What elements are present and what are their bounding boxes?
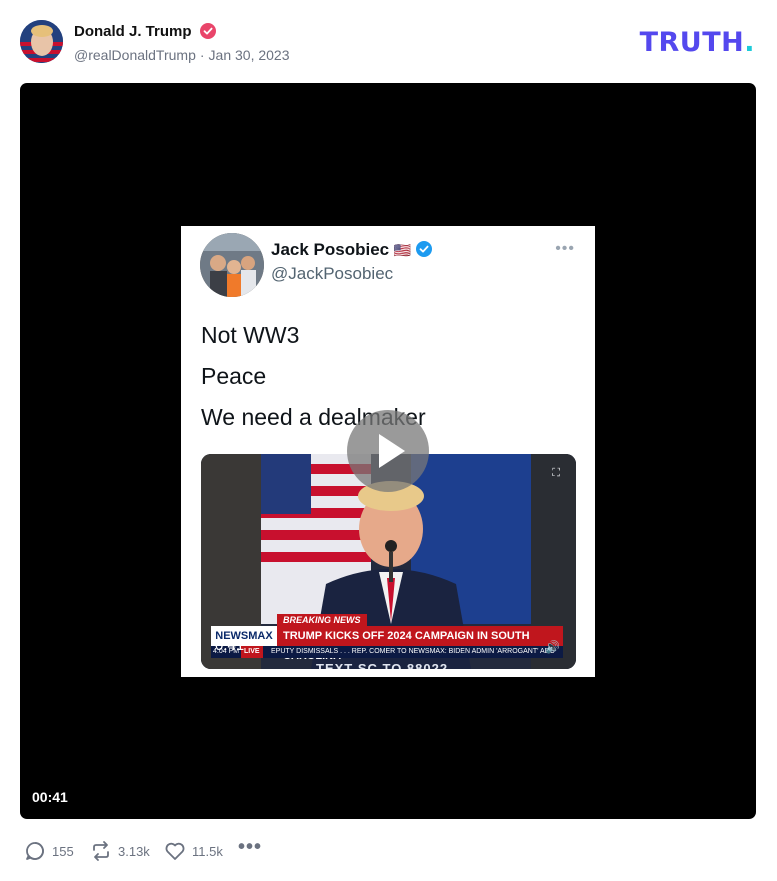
volume-icon: 🔊 xyxy=(545,640,560,654)
author-name-text[interactable]: Donald J. Trump xyxy=(74,23,192,40)
author-avatar[interactable] xyxy=(20,20,63,63)
meta-separator: · xyxy=(199,47,205,63)
reply-button[interactable]: 155 xyxy=(24,838,74,864)
author-handle[interactable]: @realDonaldTrump xyxy=(74,47,196,63)
logo-text: TRUTH xyxy=(639,27,745,58)
live-badge: LIVE xyxy=(241,646,263,658)
avatar-image xyxy=(20,20,63,63)
news-headline: TRUMP KICKS OFF 2024 CAMPAIGN IN SOUTH C… xyxy=(277,626,563,662)
reply-count: 155 xyxy=(52,843,74,859)
embedded-video-time: 0:41 xyxy=(215,637,245,654)
play-button[interactable] xyxy=(347,410,429,492)
like-count: 11.5k xyxy=(192,843,223,859)
retruth-icon xyxy=(93,841,109,861)
news-bottom-text: TEXT SC TO 88022 xyxy=(316,661,449,669)
reply-icon xyxy=(26,842,44,860)
tweet-verified-icon xyxy=(416,241,433,257)
video-player[interactable]: Jack Posobiec 🇺🇸 @JackPosobiec ••• Not W… xyxy=(20,83,756,819)
breaking-news-label: BREAKING NEWS xyxy=(277,614,367,626)
author-name[interactable]: Donald J. Trump xyxy=(74,22,216,42)
tweet-avatar xyxy=(200,233,264,297)
us-flag-icon: 🇺🇸 xyxy=(393,242,412,258)
verified-badge-icon xyxy=(199,23,216,39)
tweet-author-name: Jack Posobiec 🇺🇸 xyxy=(271,240,433,260)
retruth-button[interactable]: 3.13k xyxy=(90,838,150,864)
truth-logo[interactable]: TRUTH. xyxy=(639,27,755,58)
logo-dot: . xyxy=(744,27,755,58)
more-options-icon[interactable]: ••• xyxy=(238,834,262,860)
like-button[interactable]: 11.5k xyxy=(164,838,223,864)
post-date[interactable]: Jan 30, 2023 xyxy=(209,47,290,63)
retruth-count: 3.13k xyxy=(118,843,150,859)
heart-icon xyxy=(165,842,185,860)
tweet-name-text: Jack Posobiec xyxy=(271,240,390,259)
play-icon xyxy=(379,434,405,468)
tweet-handle: @JackPosobiec xyxy=(271,264,394,283)
tweet-more-icon: ••• xyxy=(555,240,575,257)
post-meta: @realDonaldTrump · Jan 30, 2023 xyxy=(74,45,290,65)
video-duration: 00:41 xyxy=(32,789,68,805)
news-ticker-text: EPUTY DISMISSALS . . . REP. COMER TO NEW… xyxy=(271,648,555,655)
tweet-line-1: Not WW3 xyxy=(201,322,300,348)
expand-icon: ⛶ xyxy=(552,467,560,479)
tweet-avatar-image xyxy=(200,233,264,297)
tweet-line-2: Peace xyxy=(201,363,267,389)
